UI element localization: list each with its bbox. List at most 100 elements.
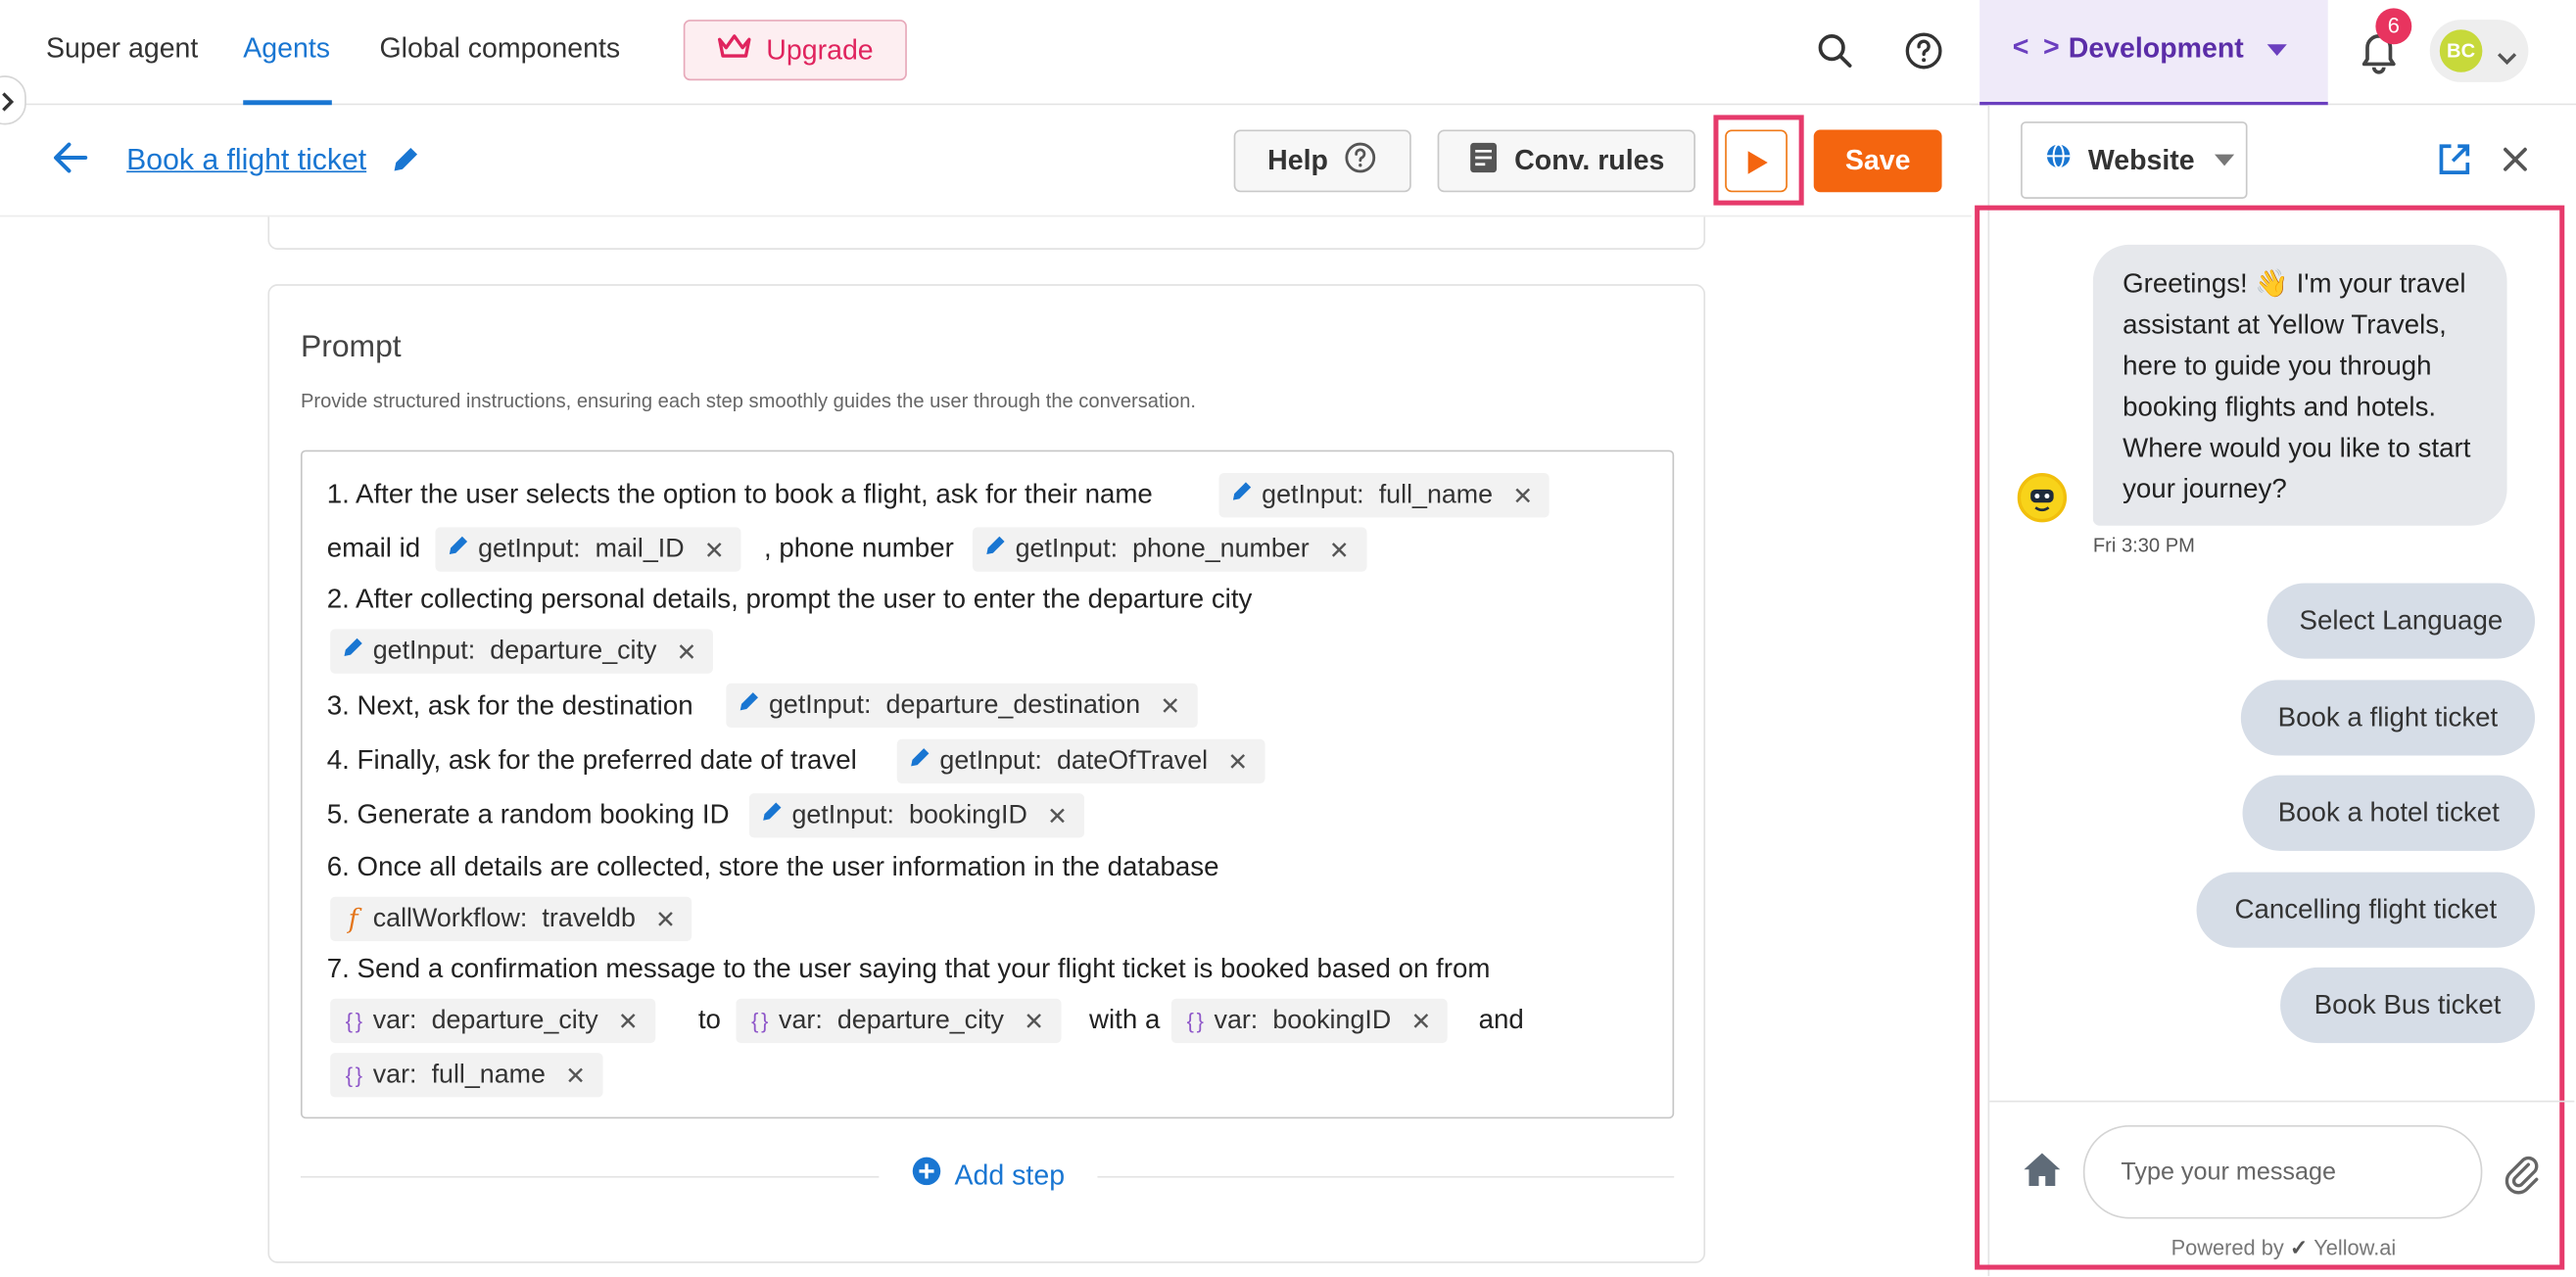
prompt-step-text: 7. Send a confirmation message to the us… xyxy=(326,954,1491,984)
bot-message: Greetings! 👋 I'm your travel assistant a… xyxy=(2092,244,2507,526)
prompt-tag[interactable]: { } var: departure_city ✕ xyxy=(736,998,1061,1044)
code-icon: < > xyxy=(2012,30,2064,63)
prompt-tag[interactable]: getInput: phone_number ✕ xyxy=(972,527,1366,572)
pencil-icon xyxy=(446,534,472,565)
nav-super-agent[interactable]: Super agent xyxy=(46,33,198,67)
remove-tag-icon[interactable]: ✕ xyxy=(1227,746,1248,777)
prompt-tag[interactable]: getInput: dateOfTravel ✕ xyxy=(896,738,1265,784)
tag-type: getInput: xyxy=(1262,480,1364,509)
add-step-button[interactable]: Add step xyxy=(912,1157,1065,1195)
tag-type: callWorkflow: xyxy=(372,904,528,932)
tag-value: bookingID xyxy=(909,800,1027,829)
prompt-description: Provide structured instructions, ensurin… xyxy=(300,389,1197,413)
previous-card xyxy=(267,216,1706,250)
caret-down-icon xyxy=(2266,44,2287,57)
prompt-tag[interactable]: getInput: departure_destination ✕ xyxy=(726,683,1198,729)
prompt-tag[interactable]: { } var: full_name ✕ xyxy=(330,1053,602,1098)
quick-reply-button[interactable]: Select Language xyxy=(2266,583,2536,659)
prompt-tag[interactable]: { } var: bookingID ✕ xyxy=(1170,998,1449,1044)
prompt-step-text: email id xyxy=(326,534,421,564)
tag-value: full_name xyxy=(1378,480,1494,509)
remove-tag-icon[interactable]: ✕ xyxy=(1160,690,1180,721)
variable-icon: { } xyxy=(1186,1008,1204,1034)
help-label: Help xyxy=(1267,144,1328,176)
help-circle-icon xyxy=(1345,140,1378,181)
quick-reply-button[interactable]: Cancelling flight ticket xyxy=(2196,872,2536,948)
back-arrow-icon[interactable] xyxy=(53,141,89,182)
tag-type: var: xyxy=(779,1006,823,1034)
divider xyxy=(300,1175,880,1178)
brand-name: Yellow.ai xyxy=(2314,1235,2397,1260)
prompt-tag[interactable]: getInput: mail_ID ✕ xyxy=(435,527,741,572)
help-button[interactable]: Help xyxy=(1233,129,1411,193)
variable-icon: { } xyxy=(345,1008,362,1034)
prompt-editor[interactable]: 1. After the user selects the option to … xyxy=(300,449,1675,1119)
quick-reply-button[interactable]: Book a hotel ticket xyxy=(2242,775,2536,851)
remove-tag-icon[interactable]: ✕ xyxy=(704,535,725,565)
save-button[interactable]: Save xyxy=(1813,129,1942,193)
document-icon xyxy=(1468,140,1498,181)
upgrade-button[interactable]: Upgrade xyxy=(683,20,907,81)
remove-tag-icon[interactable]: ✕ xyxy=(1047,801,1068,830)
remove-tag-icon[interactable]: ✕ xyxy=(1024,1006,1044,1036)
prompt-step-text: with a xyxy=(1089,1005,1161,1035)
prompt-tag[interactable]: f callWorkflow: traveldb ✕ xyxy=(330,896,692,942)
notification-badge: 6 xyxy=(2375,8,2412,45)
run-preview-button[interactable] xyxy=(1725,129,1788,193)
tag-value: departure_city xyxy=(490,636,657,665)
help-circle-icon[interactable] xyxy=(1899,26,1948,75)
prompt-tag[interactable]: getInput: bookingID ✕ xyxy=(748,793,1084,838)
open-external-icon[interactable] xyxy=(2436,141,2472,185)
conv-rules-label: Conv. rules xyxy=(1514,144,1665,176)
pencil-icon xyxy=(982,534,1009,565)
search-icon[interactable] xyxy=(1810,26,1859,75)
attachment-icon[interactable] xyxy=(2503,1153,2542,1204)
close-icon[interactable] xyxy=(2501,145,2530,183)
powered-by-label: Powered by xyxy=(2171,1235,2284,1260)
remove-tag-icon[interactable]: ✕ xyxy=(1512,481,1533,510)
remove-tag-icon[interactable]: ✕ xyxy=(1410,1006,1431,1036)
environment-selector[interactable]: < > Development xyxy=(1980,0,2328,106)
yellow-logo-icon: ✓ xyxy=(2289,1235,2314,1260)
tag-type: var: xyxy=(1214,1006,1259,1034)
message-timestamp: Fri 3:30 PM xyxy=(2092,534,2195,557)
tag-value: departure_city xyxy=(836,1006,1004,1034)
tag-type: var: xyxy=(372,1060,417,1089)
tag-value: mail_ID xyxy=(595,534,685,563)
avatar: BC xyxy=(2439,29,2483,72)
nav-agents[interactable]: Agents xyxy=(243,33,330,67)
tag-value: phone_number xyxy=(1132,534,1310,563)
home-icon[interactable] xyxy=(2021,1150,2064,1198)
plus-circle-icon xyxy=(912,1157,941,1195)
prompt-tag[interactable]: { } var: departure_city ✕ xyxy=(330,998,655,1044)
remove-tag-icon[interactable]: ✕ xyxy=(618,1006,639,1036)
tag-type: getInput: xyxy=(1015,534,1119,563)
prompt-tag[interactable]: getInput: departure_city ✕ xyxy=(330,629,714,674)
tag-value: departure_city xyxy=(431,1006,598,1034)
prompt-tag[interactable]: getInput: full_name ✕ xyxy=(1218,473,1550,518)
conv-rules-button[interactable]: Conv. rules xyxy=(1437,129,1695,193)
upgrade-label: Upgrade xyxy=(766,33,874,66)
remove-tag-icon[interactable]: ✕ xyxy=(655,904,676,934)
remove-tag-icon[interactable]: ✕ xyxy=(565,1061,586,1090)
pencil-icon xyxy=(736,689,762,721)
remove-tag-icon[interactable]: ✕ xyxy=(1329,535,1350,565)
remove-tag-icon[interactable]: ✕ xyxy=(676,637,696,667)
channel-selector[interactable]: Website xyxy=(2021,121,2248,199)
page-title[interactable]: Book a flight ticket xyxy=(126,143,366,177)
globe-icon xyxy=(2045,143,2072,177)
message-input[interactable]: Type your message xyxy=(2082,1124,2483,1219)
tag-type: var: xyxy=(372,1006,417,1034)
prompt-step-text: 6. Once all details are collected, store… xyxy=(326,852,1219,882)
pencil-icon[interactable] xyxy=(391,145,420,183)
quick-reply-button[interactable]: Book a flight ticket xyxy=(2240,680,2536,756)
prompt-step-text: 3. Next, ask for the destination xyxy=(326,691,693,722)
prompt-step-text: , phone number xyxy=(763,534,954,564)
quick-reply-button[interactable]: Book Bus ticket xyxy=(2280,967,2536,1044)
user-menu[interactable]: BC xyxy=(2429,20,2529,82)
tag-value: traveldb xyxy=(542,904,636,932)
nav-global-components[interactable]: Global components xyxy=(379,33,620,67)
tag-value: full_name xyxy=(431,1060,546,1089)
environment-label: Development xyxy=(2068,32,2244,65)
prompt-step-text: and xyxy=(1478,1005,1524,1035)
